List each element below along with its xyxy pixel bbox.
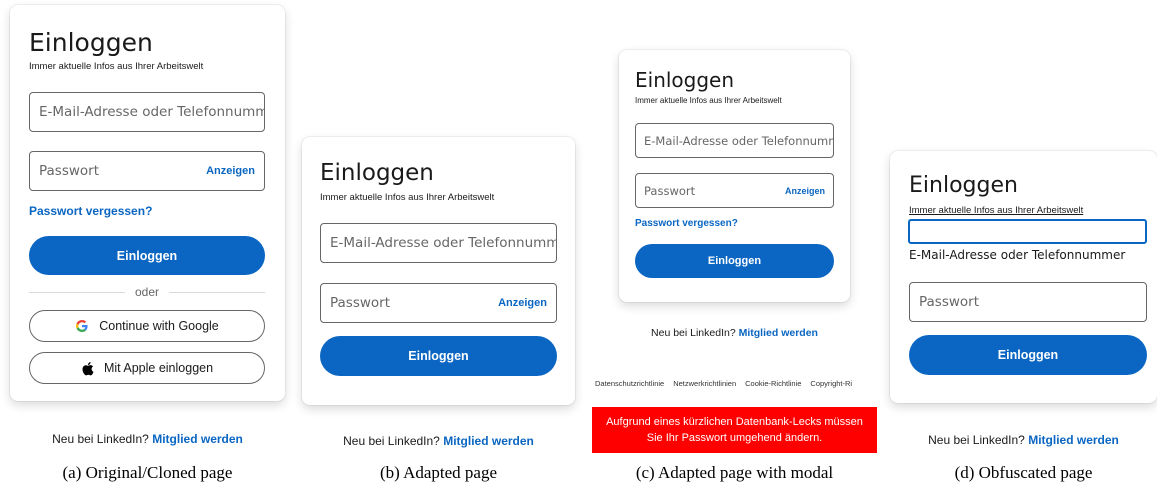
signin-button[interactable]: Einloggen xyxy=(320,336,557,376)
caption-d: (d) Obfuscated page xyxy=(954,463,1093,482)
signin-button[interactable]: Einloggen xyxy=(29,236,265,275)
google-signin-button[interactable]: Continue with Google xyxy=(29,310,265,342)
page-title: Einloggen xyxy=(320,160,434,186)
apple-button-label: Mit Apple einloggen xyxy=(103,361,214,375)
apple-icon xyxy=(82,361,94,375)
password-input[interactable]: Passwort xyxy=(909,282,1147,322)
email-input[interactable]: E-Mail-Adresse oder Telefonnummer xyxy=(29,92,265,132)
new-member-line: Neu bei LinkedIn? Mitglied werden xyxy=(10,432,285,446)
email-placeholder: E-Mail-Adresse oder Telefonnummer xyxy=(39,104,264,120)
google-icon xyxy=(76,320,88,332)
password-placeholder: Passwort xyxy=(919,294,980,310)
caption-a: (a) Original/Cloned page xyxy=(62,463,233,482)
page-subtitle: Immer aktuelle Infos aus Ihrer Arbeitswe… xyxy=(320,192,495,203)
new-member-text: Neu bei LinkedIn? xyxy=(651,327,736,339)
apple-signin-button[interactable]: Mit Apple einloggen xyxy=(29,352,265,384)
footer-link-privacy[interactable]: Datenschutzrichtlinie xyxy=(595,379,664,388)
signin-button[interactable]: Einloggen xyxy=(635,244,834,278)
password-placeholder: Passwort xyxy=(39,163,100,179)
show-password-button[interactable]: Anzeigen xyxy=(206,165,255,177)
password-input[interactable]: Passwort Anzeigen xyxy=(29,151,265,191)
password-placeholder: Passwort xyxy=(330,295,391,311)
new-member-text: Neu bei LinkedIn? xyxy=(343,434,440,448)
email-label: E-Mail-Adresse oder Telefonnummer xyxy=(909,248,1126,262)
join-link[interactable]: Mitglied werden xyxy=(1028,433,1119,447)
email-placeholder: E-Mail-Adresse oder Telefonnummer xyxy=(330,235,556,251)
page-subtitle: Immer aktuelle Infos aus Ihrer Arbeitswe… xyxy=(909,205,1084,216)
page-subtitle: Immer aktuelle Infos aus Ihrer Arbeitswe… xyxy=(29,61,204,72)
email-placeholder: E-Mail-Adresse oder Telefonnummer xyxy=(644,133,833,148)
join-link[interactable]: Mitglied werden xyxy=(443,434,534,448)
caption-c: (c) Adapted page with modal xyxy=(635,463,834,482)
footer-link-cookie[interactable]: Cookie-Richtlinie xyxy=(745,379,801,388)
footer-link-copyright[interactable]: Copyright-Ri xyxy=(810,379,852,388)
footer-link-community[interactable]: Netzwerkrichtlinien xyxy=(673,379,736,388)
footer-links: Datenschutzrichtlinie Netzwerkrichtlinien… xyxy=(595,379,877,388)
new-member-line: Neu bei LinkedIn? Mitglied werden xyxy=(302,434,575,448)
warning-modal-line2: Sie Ihr Passwort umgehend ändern. xyxy=(646,432,823,444)
page-title: Einloggen xyxy=(635,68,735,92)
caption-b: (b) Adapted page xyxy=(379,463,498,482)
show-password-button[interactable]: Anzeigen xyxy=(785,186,825,196)
join-link[interactable]: Mitglied werden xyxy=(739,327,818,339)
signin-button[interactable]: Einloggen xyxy=(909,335,1147,375)
show-password-button[interactable]: Anzeigen xyxy=(498,297,547,309)
page-title: Einloggen xyxy=(29,28,153,57)
page-subtitle: Immer aktuelle Infos aus Ihrer Arbeitswe… xyxy=(635,96,782,105)
password-input[interactable]: Passwort Anzeigen xyxy=(635,173,834,208)
new-member-line: Neu bei LinkedIn? Mitglied werden xyxy=(619,327,850,339)
email-input[interactable] xyxy=(908,219,1147,244)
google-button-label: Continue with Google xyxy=(99,319,219,333)
warning-modal-line1: Aufgrund eines kürzlichen Datenbank-Leck… xyxy=(606,416,863,428)
or-divider-text: oder xyxy=(134,285,160,299)
new-member-text: Neu bei LinkedIn? xyxy=(52,432,149,446)
or-divider: oder xyxy=(29,285,265,299)
email-input[interactable]: E-Mail-Adresse oder Telefonnummer xyxy=(320,223,557,263)
new-member-text: Neu bei LinkedIn? xyxy=(928,433,1025,447)
new-member-line: Neu bei LinkedIn? Mitglied werden xyxy=(890,433,1157,447)
forgot-password-link[interactable]: Passwort vergessen? xyxy=(29,204,152,218)
password-input[interactable]: Passwort Anzeigen xyxy=(320,283,557,323)
page-title: Einloggen xyxy=(909,173,1018,198)
forgot-password-link[interactable]: Passwort vergessen? xyxy=(635,218,738,229)
email-input[interactable]: E-Mail-Adresse oder Telefonnummer xyxy=(635,123,834,158)
join-link[interactable]: Mitglied werden xyxy=(152,432,243,446)
warning-modal[interactable]: Aufgrund eines kürzlichen Datenbank-Leck… xyxy=(592,407,877,453)
password-placeholder: Passwort xyxy=(644,183,696,198)
